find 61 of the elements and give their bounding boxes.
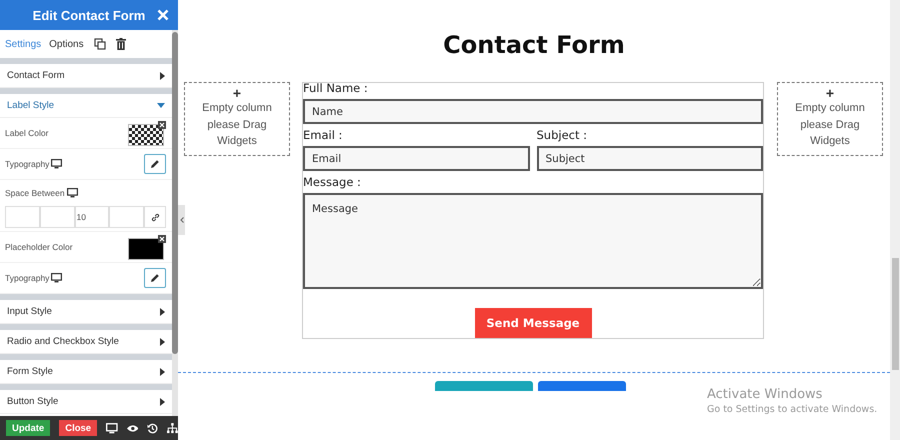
page-title: Contact Form <box>442 30 626 61</box>
caret-right-icon <box>160 338 165 346</box>
collapse-handle[interactable] <box>178 205 185 235</box>
plus-sign: + <box>826 86 834 100</box>
send-button[interactable]: Send Message <box>474 308 592 338</box>
activation-title: Activate Windows <box>707 387 824 402</box>
edit-button[interactable] <box>144 154 166 174</box>
scrollbar[interactable] <box>890 0 900 440</box>
field-label: Full Name : <box>303 82 369 97</box>
empty-column[interactable]: + Empty column please Drag Widgets <box>184 82 290 156</box>
caret-right-icon <box>160 398 165 406</box>
control-label: Typography <box>5 159 50 169</box>
color-swatch[interactable] <box>128 124 164 146</box>
link-button[interactable] <box>144 206 166 228</box>
spacing-input[interactable] <box>109 206 144 228</box>
footer-button[interactable]: Close <box>59 420 98 436</box>
eye-icon[interactable] <box>126 424 138 432</box>
empty-column[interactable]: + Empty column please Drag Widgets <box>777 82 883 156</box>
color-swatch[interactable] <box>128 238 164 260</box>
clear-icon[interactable] <box>158 120 166 128</box>
control-label: Space Between <box>5 188 65 198</box>
spacing-input[interactable] <box>5 206 40 228</box>
control-label: Typography <box>5 273 50 283</box>
panel-title: Edit Contact Form <box>32 8 146 22</box>
field-label: Message : <box>303 176 362 191</box>
chevron-left-icon <box>180 217 184 223</box>
close-icon[interactable] <box>157 9 169 21</box>
monitor-icon[interactable] <box>106 422 118 434</box>
field-label: Subject : <box>536 129 588 144</box>
input-field[interactable]: Name <box>303 99 763 124</box>
sitemap-icon[interactable] <box>167 422 178 434</box>
edit-button[interactable] <box>144 268 166 288</box>
empty-column-text: Empty column please Drag Widgets <box>794 101 866 149</box>
pencil-icon <box>150 159 160 169</box>
monitor-icon[interactable] <box>51 273 62 283</box>
control-label: Placeholder Color <box>5 242 73 252</box>
input-field[interactable]: Email <box>303 146 530 171</box>
field-label: Email : <box>303 129 344 144</box>
caret-right-icon <box>160 72 165 80</box>
clear-icon[interactable] <box>158 234 166 242</box>
control-label: Label Color <box>5 128 48 138</box>
caret-down-icon <box>157 103 165 108</box>
copy-icon[interactable] <box>94 38 106 50</box>
monitor-icon[interactable] <box>51 159 62 169</box>
link-icon <box>150 212 160 222</box>
spacing-input[interactable]: 10 <box>74 206 110 228</box>
monitor-icon[interactable] <box>66 188 78 198</box>
caret-right-icon <box>160 368 165 376</box>
history-icon[interactable] <box>147 422 158 434</box>
message-field[interactable]: Message <box>303 193 763 289</box>
activation-note: Go to Settings to activate Windows. <box>707 404 878 415</box>
pencil-icon <box>150 273 160 283</box>
spacing-input[interactable] <box>40 206 74 228</box>
scrollbar[interactable] <box>172 30 178 416</box>
input-field[interactable]: Subject <box>536 146 763 171</box>
trash-icon[interactable] <box>116 38 126 50</box>
plus-sign: + <box>232 86 242 100</box>
empty-column-text: Empty column please Drag Widgets <box>201 101 273 149</box>
panel-tab[interactable]: Options <box>49 38 84 50</box>
panel-tab[interactable]: Settings <box>5 38 42 50</box>
caret-right-icon <box>160 308 165 316</box>
